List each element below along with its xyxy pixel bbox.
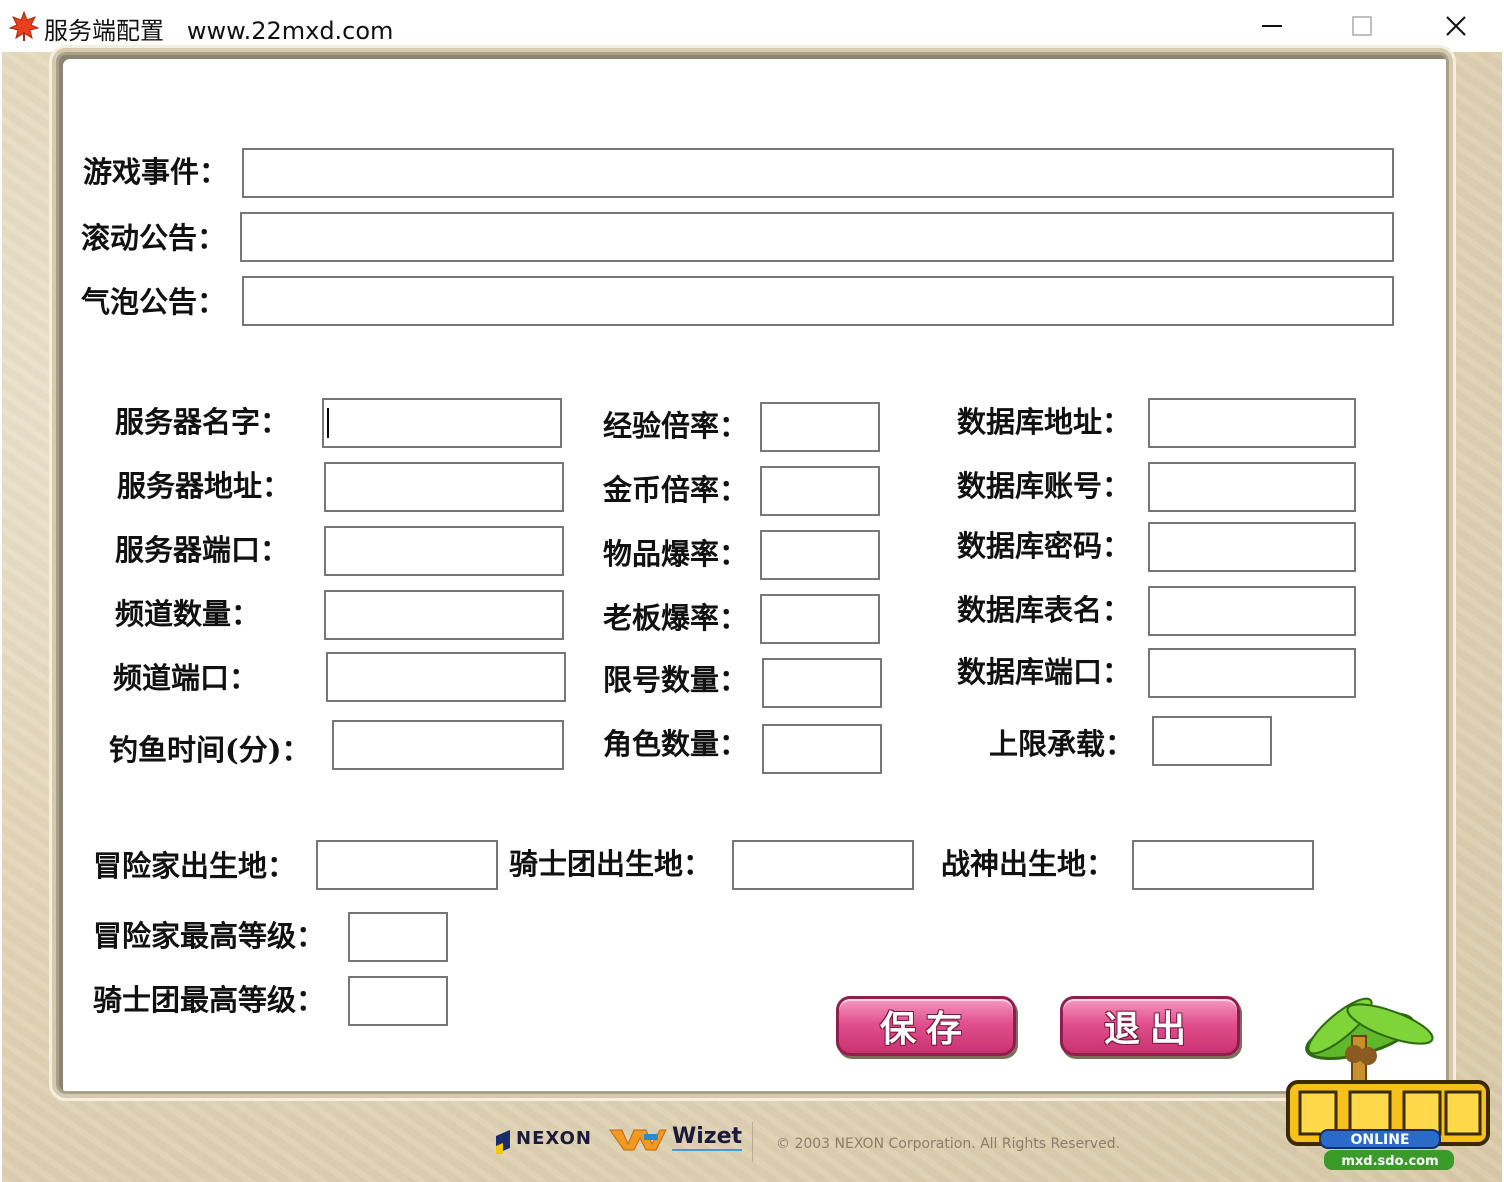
db-password-input[interactable] xyxy=(1148,522,1356,572)
server-port-label: 服务器端口： xyxy=(115,533,290,567)
adventurer-max-level-input[interactable] xyxy=(348,912,448,962)
channel-count-label: 频道数量： xyxy=(115,597,261,631)
footer-divider xyxy=(752,1122,753,1162)
aran-spawn-input[interactable] xyxy=(1132,840,1314,890)
knight-max-level-label: 骑士团最高等级： xyxy=(93,983,326,1017)
maple-leaf-icon xyxy=(8,10,40,41)
db-table-label: 数据库表名： xyxy=(957,593,1132,627)
logo-online-text: ONLINE xyxy=(1350,1132,1409,1148)
nexon-text: NEXON xyxy=(516,1128,592,1149)
character-count-label: 角色数量： xyxy=(603,727,749,761)
gold-rate-label: 金币倍率： xyxy=(603,473,749,507)
fishing-time-label: 钓鱼时间(分)： xyxy=(109,733,311,767)
exp-rate-input[interactable] xyxy=(760,402,880,452)
capacity-input[interactable] xyxy=(1152,716,1272,766)
adventurer-spawn-label: 冒险家出生地： xyxy=(93,849,297,883)
maximize-icon xyxy=(1352,16,1372,36)
db-port-input[interactable] xyxy=(1148,648,1356,698)
gold-rate-input[interactable] xyxy=(760,466,880,516)
db-account-label: 数据库账号： xyxy=(957,469,1132,503)
character-count-input[interactable] xyxy=(762,724,882,774)
channel-count-input[interactable] xyxy=(324,590,564,640)
capacity-label: 上限承载： xyxy=(989,727,1135,761)
wizet-logo-icon xyxy=(609,1129,667,1151)
fishing-time-input[interactable] xyxy=(332,720,564,770)
logo-site-text: mxd.sdo.com xyxy=(1341,1154,1438,1169)
account-limit-label: 限号数量： xyxy=(603,663,749,697)
server-name-label: 服务器名字： xyxy=(115,405,290,439)
db-table-input[interactable] xyxy=(1148,586,1356,636)
server-name-input[interactable] xyxy=(322,398,562,448)
scroll-notice-label: 滚动公告： xyxy=(81,221,227,255)
bubble-notice-label: 气泡公告： xyxy=(81,285,227,319)
server-port-input[interactable] xyxy=(324,526,564,576)
db-address-input[interactable] xyxy=(1148,398,1356,448)
boss-drop-rate-label: 老板爆率： xyxy=(603,601,749,635)
server-address-label: 服务器地址： xyxy=(117,469,292,503)
server-address-input[interactable] xyxy=(324,462,564,512)
item-drop-rate-input[interactable] xyxy=(760,530,880,580)
save-button[interactable]: 保存 xyxy=(836,996,1016,1056)
account-limit-input[interactable] xyxy=(762,658,882,708)
item-drop-rate-label: 物品爆率： xyxy=(603,537,749,571)
text-caret xyxy=(327,408,329,438)
db-port-label: 数据库端口： xyxy=(957,655,1132,689)
aran-spawn-label: 战神出生地： xyxy=(941,847,1116,881)
channel-port-input[interactable] xyxy=(326,652,566,702)
db-password-label: 数据库密码： xyxy=(957,529,1132,563)
wizet-text: Wizet xyxy=(672,1124,743,1151)
boss-drop-rate-input[interactable] xyxy=(760,594,880,644)
db-address-label: 数据库地址： xyxy=(957,405,1132,439)
window-title: 服务端配置 www.22mxd.com xyxy=(44,17,394,45)
db-account-input[interactable] xyxy=(1148,462,1356,512)
bubble-notice-input[interactable] xyxy=(242,276,1394,326)
adventurer-spawn-input[interactable] xyxy=(316,840,498,890)
game-event-input[interactable] xyxy=(242,148,1394,198)
close-icon xyxy=(1446,16,1466,36)
knight-spawn-input[interactable] xyxy=(732,840,914,890)
maplestory-logo: ONLINE mxd.sdo.com xyxy=(1286,997,1490,1170)
game-event-label: 游戏事件： xyxy=(83,155,229,189)
minimize-button[interactable] xyxy=(1226,0,1318,52)
copyright-text: © 2003 NEXON Corporation. All Rights Res… xyxy=(776,1136,1121,1152)
channel-port-label: 频道端口： xyxy=(113,661,259,695)
knight-max-level-input[interactable] xyxy=(348,976,448,1026)
exp-rate-label: 经验倍率： xyxy=(603,409,749,443)
knight-spawn-label: 骑士团出生地： xyxy=(509,847,713,881)
scroll-notice-input[interactable] xyxy=(240,212,1394,262)
exit-button[interactable]: 退出 xyxy=(1060,996,1240,1056)
title-bar: 服务端配置 www.22mxd.com xyxy=(0,0,1504,52)
adventurer-max-level-label: 冒险家最高等级： xyxy=(93,919,326,953)
maximize-button[interactable] xyxy=(1316,0,1408,52)
minimize-icon xyxy=(1262,25,1282,27)
close-button[interactable] xyxy=(1410,0,1502,52)
nexon-logo-icon xyxy=(496,1130,510,1154)
